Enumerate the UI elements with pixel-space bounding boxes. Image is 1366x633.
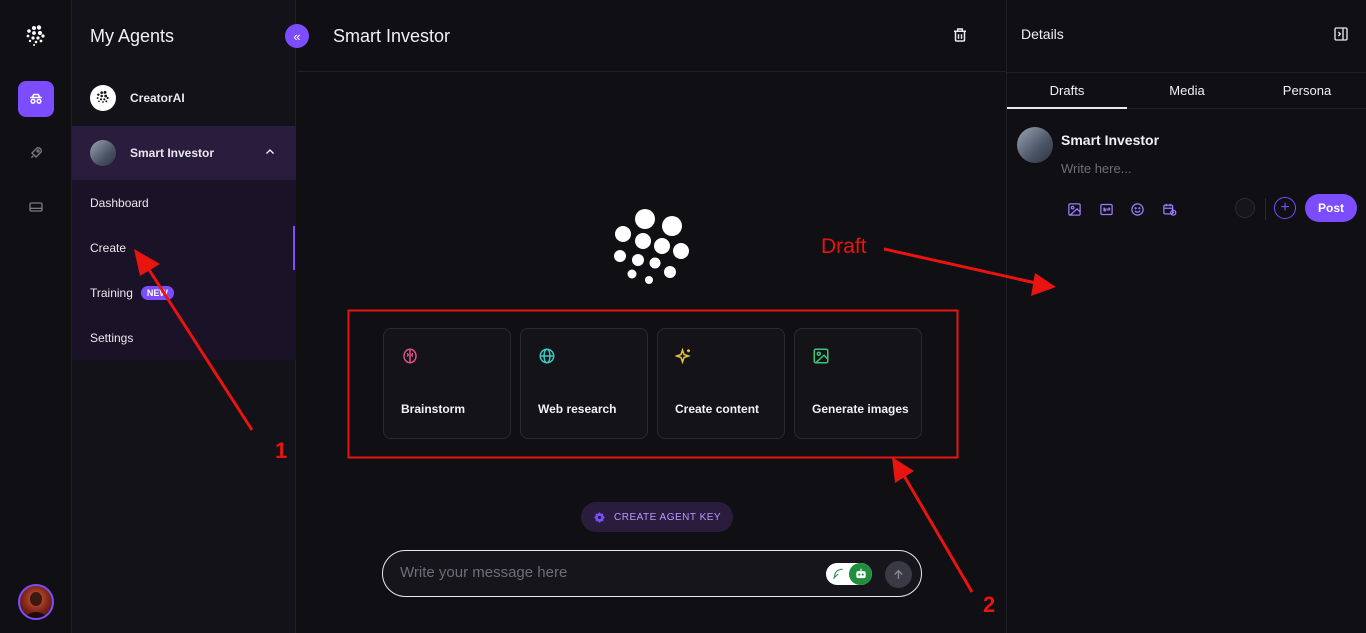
details-panel: Details Drafts Media Persona Smart Inves… [1006, 0, 1366, 633]
draft-input[interactable] [1061, 161, 1261, 176]
send-button[interactable] [885, 561, 912, 588]
arrow-up-icon [894, 569, 903, 579]
submenu-settings[interactable]: Settings [90, 331, 133, 345]
mode-toggle[interactable] [826, 563, 872, 585]
agent-name: CreatorAI [130, 91, 185, 105]
user-avatar[interactable] [18, 584, 54, 620]
launch-nav-button[interactable] [18, 135, 54, 171]
agent-item-smart-investor[interactable]: Smart Investor [72, 126, 296, 180]
details-title: Details [1021, 26, 1064, 42]
creatorai-logo-icon [96, 90, 109, 103]
annotation-label-draft: Draft [821, 235, 867, 258]
web-research-card[interactable]: Web research [520, 328, 648, 439]
brainstorm-card[interactable]: Brainstorm [383, 328, 511, 439]
submenu-training[interactable]: Training NEW [90, 286, 174, 300]
quick-actions: Brainstorm Web research Create content G… [383, 328, 922, 439]
tab-persona[interactable]: Persona [1247, 73, 1366, 109]
gif-icon [1099, 203, 1113, 215]
submenu-create[interactable]: Create [90, 241, 126, 255]
agent-item-creatorai[interactable]: CreatorAI [72, 71, 296, 125]
card-label: Brainstorm [401, 402, 466, 416]
toolbar-divider [1265, 198, 1266, 220]
app-logo-icon[interactable] [24, 24, 48, 48]
new-badge: NEW [140, 286, 174, 300]
agents-sidebar: My Agents « CreatorAI Smart Investor Das… [72, 0, 309, 633]
billing-nav-button[interactable] [18, 189, 54, 225]
submenu-training-label: Training [90, 286, 133, 300]
char-count-ring [1235, 198, 1255, 218]
schedule-icon [1162, 203, 1176, 216]
robot-icon [855, 568, 866, 579]
message-input[interactable] [400, 564, 800, 581]
tab-drafts[interactable]: Drafts [1007, 73, 1127, 109]
message-composer [382, 550, 922, 597]
agent-icon [30, 93, 42, 104]
brain-icon [403, 348, 417, 364]
sparkles-icon [675, 347, 691, 365]
emoji-icon [1130, 202, 1144, 216]
trash-icon[interactable] [951, 26, 969, 44]
create-content-card[interactable]: Create content [657, 328, 785, 439]
page-title: Smart Investor [333, 26, 451, 46]
tab-media[interactable]: Media [1127, 73, 1247, 109]
agents-nav-button[interactable] [18, 81, 54, 117]
collapse-panel-icon[interactable] [1333, 26, 1349, 42]
details-tabs: Drafts Media Persona [1007, 72, 1366, 109]
feather-icon [832, 568, 843, 580]
submenu-dashboard[interactable]: Dashboard [90, 196, 149, 210]
sidebar-title: My Agents [90, 26, 175, 46]
draft-author-name: Smart Investor [1061, 132, 1160, 148]
agent-name: Smart Investor [130, 146, 215, 160]
rocket-icon [30, 146, 43, 159]
card-label: Web research [538, 402, 617, 416]
agent-key-label: CREATE AGENT KEY [614, 511, 722, 523]
active-indicator [293, 226, 295, 270]
main-header: Smart Investor [297, 0, 1006, 72]
card-icon [29, 202, 43, 212]
annotation-label-1: 1 [275, 438, 288, 463]
agent-logo-large [614, 209, 689, 284]
card-label: Create content [675, 402, 760, 416]
icon-rail [0, 0, 72, 633]
annotation-label-2: 2 [983, 592, 996, 617]
main-panel: Smart Investor Brainstorm Web research C… [297, 0, 1006, 633]
badge-gear-icon [594, 511, 605, 523]
agent-submenu: Dashboard Create Training NEW Settings [72, 180, 296, 360]
create-agent-key-button[interactable]: CREATE AGENT KEY [581, 502, 734, 532]
generate-images-card[interactable]: Generate images [794, 328, 922, 439]
add-thread-button[interactable]: + [1274, 197, 1296, 219]
image-icon [813, 348, 829, 364]
schedule-button[interactable] [1160, 200, 1178, 218]
bot-toggle-knob [849, 563, 872, 585]
post-button[interactable]: Post [1305, 194, 1357, 222]
plus-icon: + [1280, 199, 1290, 216]
attach-gif-button[interactable] [1097, 200, 1115, 218]
collapse-sidebar-button[interactable]: « [285, 24, 309, 48]
image-icon [1067, 202, 1081, 216]
user-portrait-icon [26, 592, 46, 618]
app-window: My Agents « CreatorAI Smart Investor Das… [0, 0, 1366, 633]
smart-investor-avatar [90, 140, 116, 166]
card-label: Generate images [812, 402, 909, 416]
emoji-button[interactable] [1128, 200, 1146, 218]
draft-author-avatar [1017, 127, 1053, 163]
attach-image-button[interactable] [1065, 200, 1083, 218]
creatorai-avatar [90, 85, 116, 111]
globe-icon [539, 348, 555, 364]
chevron-up-icon[interactable] [264, 146, 276, 158]
